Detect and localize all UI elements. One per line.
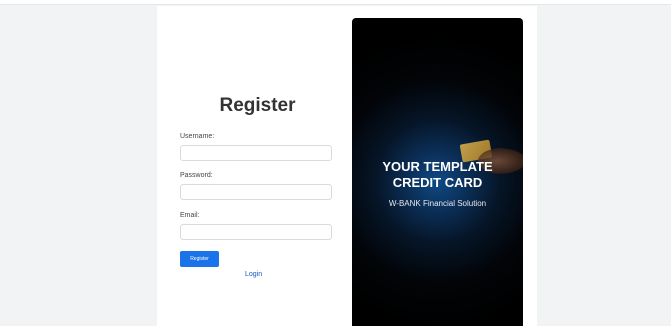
login-link[interactable]: Login [245, 271, 262, 278]
email-label: Email: [180, 212, 200, 219]
page-title: Register [219, 95, 296, 116]
username-label: Username: [180, 133, 215, 140]
password-field[interactable] [180, 184, 332, 200]
hero-title-line-2: CREDIT CARD [392, 175, 483, 190]
password-label: Password: [180, 172, 213, 179]
hero-title-line-1: YOUR TEMPLATE [382, 159, 493, 174]
hero-panel: YOUR TEMPLATE CREDIT CARD W-BANK Financi… [352, 18, 523, 326]
register-card: Register Username: Password: Email: Regi… [157, 6, 537, 326]
hero-subtitle: W-BANK Financial Solution [388, 199, 487, 208]
register-button[interactable]: Register [180, 251, 219, 267]
hero-title: YOUR TEMPLATE CREDIT CARD [352, 159, 523, 191]
email-field[interactable] [180, 224, 332, 240]
browser-top-bar [0, 0, 671, 5]
page: Register Username: Password: Email: Regi… [0, 0, 671, 326]
username-field[interactable] [180, 145, 332, 161]
